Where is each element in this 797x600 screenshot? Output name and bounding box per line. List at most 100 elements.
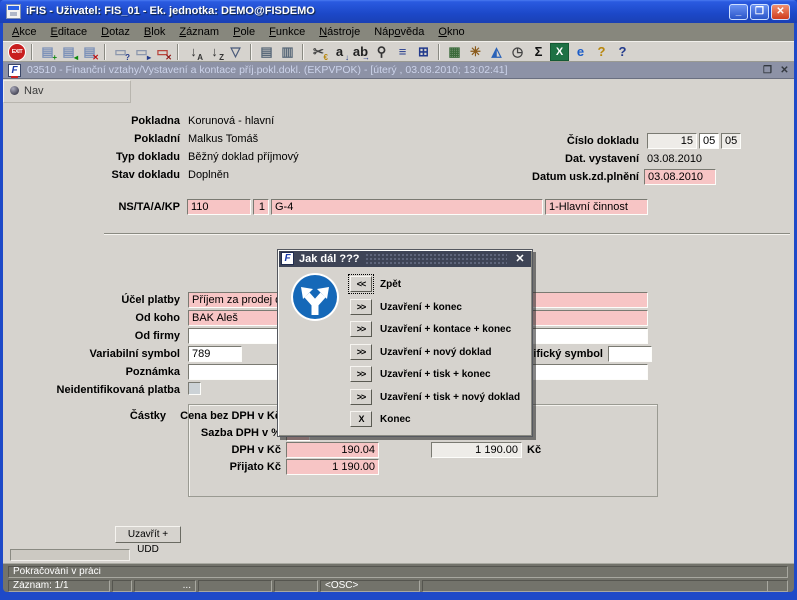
dph-total-field[interactable]: 1 190.00 xyxy=(431,442,522,458)
mountain-icon[interactable]: ◭ xyxy=(487,43,506,61)
dialog-button-option-1[interactable]: >> xyxy=(350,299,372,315)
dialog-close-icon[interactable]: ✕ xyxy=(513,252,527,266)
pokladna-value: Korunová - hlavní xyxy=(188,115,274,127)
datum-plneni-field[interactable]: 03.08.2010 xyxy=(644,169,716,185)
dialog-row: >>Uzavření + tisk + nový doklad xyxy=(278,389,532,406)
a-field[interactable]: G-4 xyxy=(271,199,543,215)
minimize-button[interactable]: _ xyxy=(729,4,748,20)
menu-okno[interactable]: Okno xyxy=(431,25,471,39)
status-list-indicator: ... xyxy=(134,580,196,592)
sort-asc-icon[interactable]: ↓A xyxy=(184,43,203,61)
excel-icon[interactable]: X xyxy=(550,43,569,61)
cislo-dokladu-field-3[interactable]: 05 xyxy=(721,133,741,149)
dialog-title: Jak dál ??? xyxy=(299,251,360,267)
cancel-query-icon[interactable]: ▭✕ xyxy=(153,43,172,61)
help-icon[interactable]: ? xyxy=(613,43,632,61)
dialog-button-konec[interactable]: X xyxy=(350,411,372,427)
exit-button[interactable]: EXIT xyxy=(8,43,26,61)
user-help-icon[interactable]: ? xyxy=(592,43,611,61)
delete-record-icon[interactable]: ▤✕ xyxy=(80,43,99,61)
replace-icon[interactable]: ab→ xyxy=(351,43,370,61)
menu-blok[interactable]: Blok xyxy=(137,25,172,39)
toolbar-separator xyxy=(177,44,179,60)
pokladni-label: Pokladní xyxy=(43,133,180,145)
dialog-button-label: Zpět xyxy=(380,276,401,293)
kp-field[interactable]: 1-Hlavní činnost xyxy=(545,199,648,215)
search-icon[interactable]: ⚲ xyxy=(372,43,391,61)
prijato-kc-label: Přijato Kč xyxy=(153,461,281,473)
copy-record-icon[interactable]: ▤◂ xyxy=(59,43,78,61)
sazba-dph-label: Sazba DPH v % xyxy=(153,427,281,439)
print-icon[interactable]: ▤ xyxy=(257,43,276,61)
menu-editace[interactable]: Editace xyxy=(43,25,94,39)
mdi-restore-button[interactable]: ❐ xyxy=(760,64,775,77)
dialog-button-option-4[interactable]: >> xyxy=(350,366,372,382)
prijato-kc-field[interactable]: 1 190.00 xyxy=(286,459,379,475)
menu-akce[interactable]: Akce xyxy=(5,25,43,39)
menu-nastroje[interactable]: Nástroje xyxy=(312,25,367,39)
mdi-close-button[interactable]: ✕ xyxy=(777,64,792,77)
sort-desc-icon[interactable]: ↓Z xyxy=(205,43,224,61)
uzavrit-udd-button[interactable]: Uzavřít + UDD xyxy=(115,526,181,543)
dialog-button-option-2[interactable]: >> xyxy=(350,321,372,337)
outline-tree-icon[interactable]: ⊞ xyxy=(414,43,433,61)
sum-icon[interactable]: Σ xyxy=(529,43,548,61)
nav-tab[interactable]: Nav xyxy=(3,80,131,103)
cislo-dokladu-field-1[interactable]: 15 xyxy=(647,133,697,149)
horizontal-scrollbar[interactable] xyxy=(10,549,130,561)
maximize-button[interactable]: ❐ xyxy=(750,4,769,20)
enter-query-icon[interactable]: ▭? xyxy=(111,43,130,61)
dialog-button-label: Konec xyxy=(380,411,411,428)
insert-record-icon[interactable]: ▤+ xyxy=(38,43,57,61)
browser-icon[interactable]: e xyxy=(571,43,590,61)
dialog-button-option-5[interactable]: >> xyxy=(350,389,372,405)
menu-zaznam[interactable]: Záznam xyxy=(172,25,226,39)
dialog-row: X Konec xyxy=(278,411,532,428)
mdi-titlebar[interactable]: F 03510 - Finanční vztahy/Vystavení a ko… xyxy=(3,62,794,79)
print-setup-icon[interactable]: ▥ xyxy=(278,43,297,61)
outline-list-icon[interactable]: ≡ xyxy=(393,43,412,61)
folder-chart-icon[interactable]: ▦ xyxy=(445,43,464,61)
status-mode: <OSC> xyxy=(320,580,420,592)
status-cell-3 xyxy=(274,580,318,592)
ns-field[interactable]: 110 xyxy=(187,199,251,215)
menu-funkce[interactable]: Funkce xyxy=(262,25,312,39)
jak-dal-dialog: F Jak dál ??? ✕ <<Zpět>>Uzavření + konec… xyxy=(277,249,533,437)
clock-icon[interactable]: ◷ xyxy=(508,43,527,61)
cut-euro-icon[interactable]: ✂€ xyxy=(309,43,328,61)
ta-field[interactable]: 1 xyxy=(253,199,269,215)
neident-platba-checkbox[interactable] xyxy=(188,382,201,395)
dialog-button-zpet[interactable]: << xyxy=(350,276,372,292)
menu-dotaz[interactable]: Dotaz xyxy=(94,25,137,39)
execute-query-icon[interactable]: ▭▸ xyxy=(132,43,151,61)
pokladna-label: Pokladna xyxy=(43,115,180,127)
menu-pole[interactable]: Pole xyxy=(226,25,262,39)
menu-napoveda[interactable]: Nápověda xyxy=(367,25,431,39)
mdi-title: 03510 - Finanční vztahy/Vystavení a kont… xyxy=(27,62,508,79)
specificky-symbol-field[interactable] xyxy=(608,346,652,362)
window-title: iFIS - Uživatel: FIS_01 - Ek. jednotka: … xyxy=(26,0,315,23)
dph-kc-field[interactable]: 190.04 xyxy=(286,442,379,458)
dat-vystaveni-label: Dat. vystavení xyxy=(453,153,639,165)
form-canvas: Nav Pokladna Korunová - hlavní Pokladní … xyxy=(3,79,794,563)
status-message: Pokračování v práci xyxy=(8,566,788,578)
record-counter: Záznam: 1/1 xyxy=(8,580,110,592)
helm-icon[interactable]: ✳ xyxy=(466,43,485,61)
cena-bez-dph-label: Cena bez DPH v Kč xyxy=(153,410,281,422)
status-divider xyxy=(767,581,768,591)
ucel-platby-label: Účel platby xyxy=(43,294,180,306)
dialog-titlebar[interactable]: F Jak dál ??? ✕ xyxy=(279,251,531,267)
cislo-dokladu-field-2[interactable]: 05 xyxy=(699,133,719,149)
window-titlebar[interactable]: iFIS - Uživatel: FIS_01 - Ek. jednotka: … xyxy=(0,0,797,23)
close-button[interactable]: ✕ xyxy=(771,4,790,20)
castky-label: Částky xyxy=(63,410,166,422)
dialog-button-option-3[interactable]: >> xyxy=(350,344,372,360)
variabilni-symbol-field[interactable]: 789 xyxy=(188,346,242,362)
field-down-icon[interactable]: a↓ xyxy=(330,43,349,61)
toolbar-separator xyxy=(31,44,33,60)
dph-kc-label: DPH v Kč xyxy=(153,444,281,456)
filter-icon[interactable]: ▽ xyxy=(226,43,245,61)
menu-bar: AkceEditaceDotazBlokZáznamPoleFunkceNást… xyxy=(3,23,794,41)
status-cell-1 xyxy=(112,580,132,592)
dialog-title-pattern xyxy=(365,253,507,265)
